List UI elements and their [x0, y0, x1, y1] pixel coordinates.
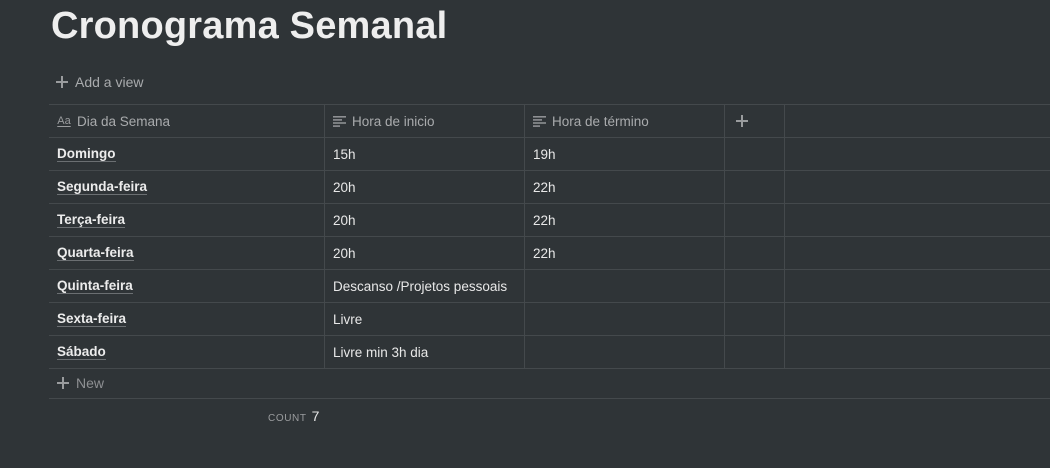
cell-empty [725, 303, 785, 335]
add-view-label: Add a view [75, 74, 144, 90]
day-name[interactable]: Domingo [57, 146, 116, 162]
cell-end[interactable]: 22h [525, 171, 725, 203]
table-filler [785, 336, 1050, 368]
page: Cronograma Semanal Add a view Aa Dia da … [0, 0, 1050, 468]
cell-day[interactable]: Sexta-feira [49, 303, 325, 335]
table-row: Terça-feira 20h 22h [49, 204, 1050, 237]
cell-day[interactable]: Domingo [49, 138, 325, 170]
count-value: 7 [311, 408, 320, 424]
cell-start[interactable]: 20h [325, 204, 525, 236]
cell-end[interactable]: 19h [525, 138, 725, 170]
table-row: Quarta-feira 20h 22h [49, 237, 1050, 270]
column-header-label: Dia da Semana [77, 113, 171, 129]
cell-empty [725, 336, 785, 368]
cell-day[interactable]: Segunda-feira [49, 171, 325, 203]
column-header-label: Hora de inicio [352, 113, 435, 129]
database-table: Aa Dia da Semana Hora de inicio Hora de … [49, 104, 1050, 369]
table-row: Sábado Livre min 3h dia [49, 336, 1050, 369]
cell-end[interactable]: 22h [525, 237, 725, 269]
table-filler [785, 204, 1050, 236]
cell-empty [725, 270, 785, 302]
table-filler [785, 270, 1050, 302]
day-name[interactable]: Sexta-feira [57, 311, 127, 327]
cell-day[interactable]: Terça-feira [49, 204, 325, 236]
table-row: Domingo 15h 19h [49, 138, 1050, 171]
add-column-button[interactable] [725, 105, 785, 137]
plus-icon [56, 376, 70, 390]
plus-icon [55, 75, 69, 89]
table-filler [785, 105, 1050, 137]
new-row-button[interactable]: New [49, 368, 1050, 399]
cell-empty [725, 138, 785, 170]
cell-start[interactable]: Livre min 3h dia [325, 336, 525, 368]
table-header-row: Aa Dia da Semana Hora de inicio Hora de … [49, 104, 1050, 138]
text-lines-icon [533, 115, 546, 127]
text-property-icon: Aa [57, 115, 71, 127]
cell-empty [725, 237, 785, 269]
table-row: Quinta-feira Descanso /Projetos pessoais [49, 270, 1050, 303]
cell-day[interactable]: Sábado [49, 336, 325, 368]
column-header-label: Hora de término [552, 113, 649, 129]
table-filler [785, 171, 1050, 203]
cell-end[interactable] [525, 270, 725, 302]
cell-start[interactable]: 15h [325, 138, 525, 170]
cell-day[interactable]: Quarta-feira [49, 237, 325, 269]
cell-end[interactable] [525, 336, 725, 368]
page-title: Cronograma Semanal [51, 5, 448, 47]
new-row-label: New [76, 375, 105, 391]
count-label: COUNT [268, 413, 307, 424]
cell-empty [725, 204, 785, 236]
column-header-dia-da-semana[interactable]: Aa Dia da Semana [49, 105, 325, 137]
table-filler [785, 237, 1050, 269]
add-view-button[interactable]: Add a view [55, 72, 143, 92]
count-summary[interactable]: COUNT 7 [268, 408, 319, 424]
cell-empty [725, 171, 785, 203]
cell-end[interactable]: 22h [525, 204, 725, 236]
cell-start[interactable]: Descanso /Projetos pessoais [325, 270, 525, 302]
column-header-hora-de-inicio[interactable]: Hora de inicio [325, 105, 525, 137]
table-filler [785, 303, 1050, 335]
table-row: Sexta-feira Livre [49, 303, 1050, 336]
cell-start[interactable]: Livre [325, 303, 525, 335]
column-header-hora-de-termino[interactable]: Hora de término [525, 105, 725, 137]
day-name[interactable]: Quarta-feira [57, 245, 134, 261]
table-row: Segunda-feira 20h 22h [49, 171, 1050, 204]
day-name[interactable]: Quinta-feira [57, 278, 133, 294]
cell-end[interactable] [525, 303, 725, 335]
text-lines-icon [333, 115, 346, 127]
cell-start[interactable]: 20h [325, 171, 525, 203]
table-filler [785, 138, 1050, 170]
plus-icon [735, 114, 749, 128]
day-name[interactable]: Sábado [57, 344, 106, 360]
cell-start[interactable]: 20h [325, 237, 525, 269]
cell-day[interactable]: Quinta-feira [49, 270, 325, 302]
day-name[interactable]: Segunda-feira [57, 179, 148, 195]
day-name[interactable]: Terça-feira [57, 212, 126, 228]
